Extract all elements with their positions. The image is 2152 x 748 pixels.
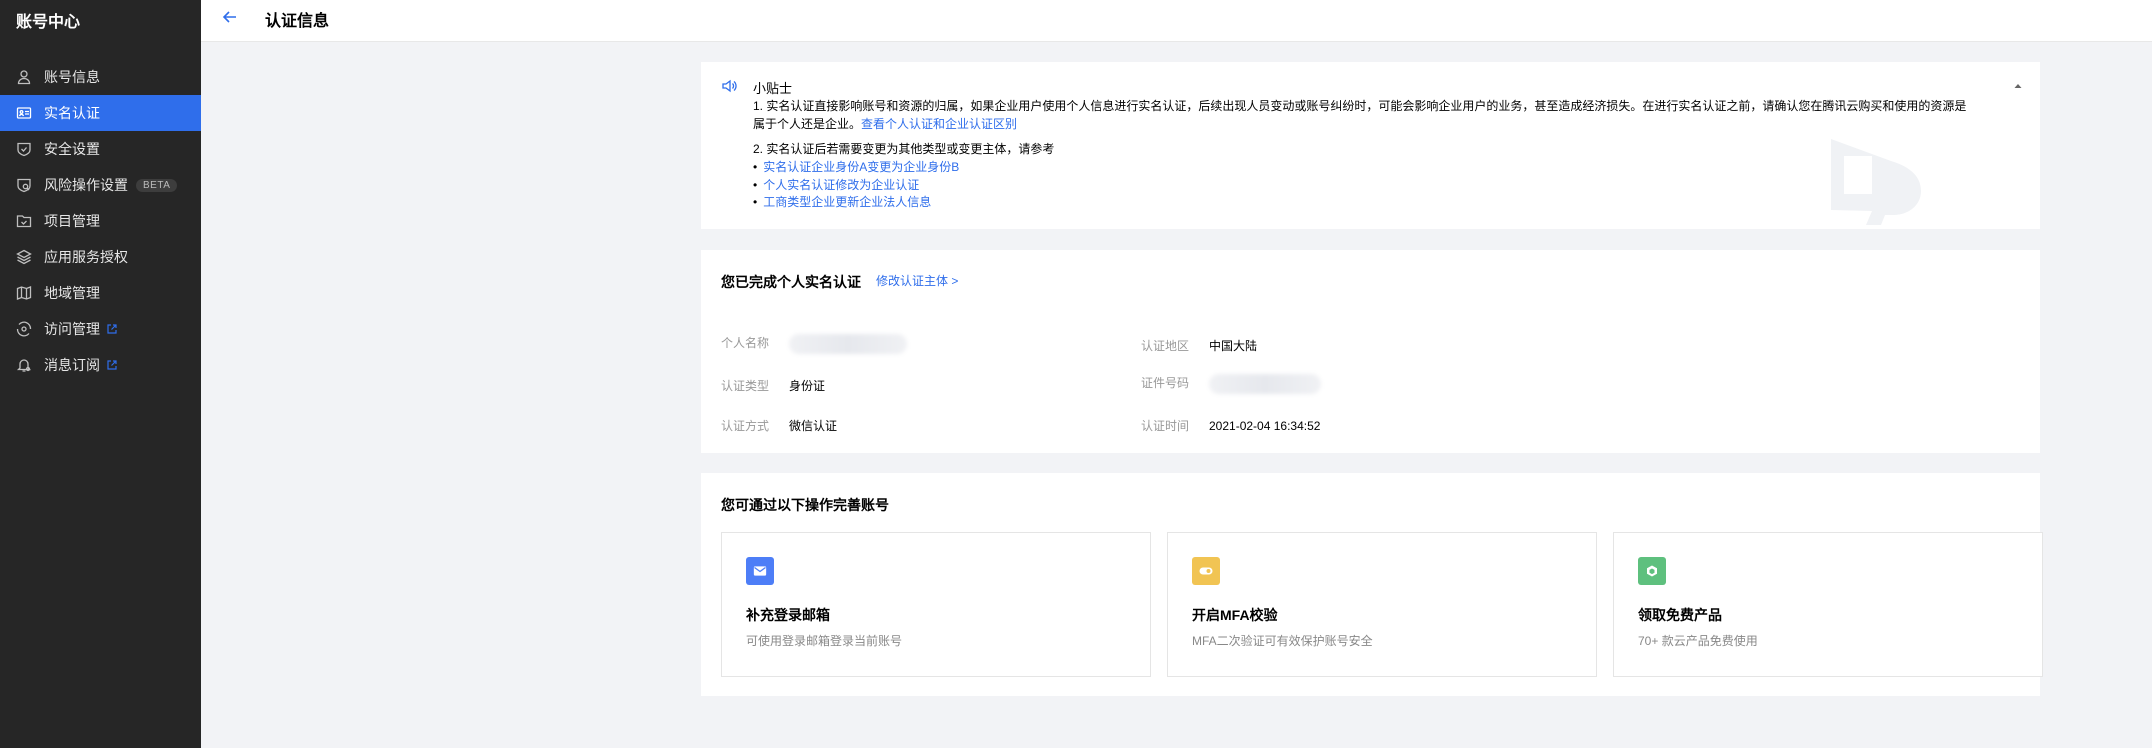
external-link-icon <box>107 360 117 370</box>
tips-line-2: 属于个人还是企业。查看个人认证和企业认证区别 <box>753 115 1983 133</box>
field-label: 认证类型 <box>721 379 770 393</box>
sidebar-item-access[interactable]: 访问管理 <box>0 311 201 347</box>
field-personal-name: 个人名称 <box>721 334 907 354</box>
list-item: 实名认证企业身份A变更为企业身份B <box>753 159 959 177</box>
toggle-icon <box>1192 557 1220 585</box>
sidebar-item-risk-settings[interactable]: 风险操作设置 BETA <box>0 167 201 203</box>
access-icon <box>16 321 32 337</box>
layers-icon <box>16 249 32 265</box>
map-icon <box>16 285 32 301</box>
field-value: 2021-02-04 16:34:52 <box>1209 419 1321 433</box>
field-auth-method: 认证方式 微信认证 <box>721 417 837 434</box>
field-value: 微信认证 <box>789 419 838 433</box>
op-desc: 可使用登录邮箱登录当前账号 <box>746 634 903 648</box>
change-enterprise-link[interactable]: 实名认证企业身份A变更为企业身份B <box>763 160 959 174</box>
op-card-add-email[interactable]: 补充登录邮箱 可使用登录邮箱登录当前账号 <box>721 532 1151 677</box>
bell-icon <box>16 357 32 373</box>
sidebar-item-label: 账号信息 <box>44 69 100 85</box>
tips-link-list: 实名认证企业身份A变更为企业身份B 个人实名认证修改为企业认证 工商类型企业更新… <box>753 159 959 212</box>
external-link-icon <box>107 324 117 334</box>
speaker-watermark-icon <box>1831 139 1921 225</box>
page-title: 认证信息 <box>265 13 330 30</box>
field-label: 个人名称 <box>721 336 770 351</box>
field-region: 认证地区 中国大陆 <box>1141 337 1257 354</box>
id-card-icon <box>16 105 32 121</box>
collapse-up-icon[interactable] <box>2012 80 2024 92</box>
field-label: 认证地区 <box>1141 339 1190 353</box>
sidebar-item-label: 应用服务授权 <box>44 249 128 265</box>
list-item: 工商类型企业更新企业法人信息 <box>753 194 959 212</box>
sidebar-item-real-name[interactable]: 实名认证 <box>0 95 201 131</box>
field-label: 认证方式 <box>721 419 770 433</box>
sidebar-item-label: 风险操作设置 <box>44 177 128 193</box>
sidebar-item-security[interactable]: 安全设置 <box>0 131 201 167</box>
sidebar-item-label: 消息订阅 <box>44 357 100 373</box>
speaker-icon <box>722 79 737 93</box>
page-header: 认证信息 <box>201 0 2152 42</box>
sidebar: 账号中心 账号信息 实名认证 安全设置 风险操作设置 BETA 项目管理 应用服… <box>0 0 201 748</box>
field-auth-type: 认证类型 身份证 <box>721 377 825 394</box>
sidebar-item-subscriptions[interactable]: 消息订阅 <box>0 347 201 383</box>
op-title: 开启MFA校验 <box>1192 607 1278 623</box>
field-auth-time: 认证时间 2021-02-04 16:34:52 <box>1141 417 1320 434</box>
risk-shield-icon <box>16 177 32 193</box>
cube-icon <box>1638 557 1666 585</box>
sidebar-item-label: 实名认证 <box>44 105 100 121</box>
op-desc: MFA二次验证可有效保护账号安全 <box>1192 634 1373 648</box>
account-ops-card: 您可通过以下操作完善账号 补充登录邮箱 可使用登录邮箱登录当前账号 开启MFA校… <box>701 473 2043 696</box>
update-legal-person-link[interactable]: 工商类型企业更新企业法人信息 <box>763 195 931 209</box>
list-item: 个人实名认证修改为企业认证 <box>753 177 959 195</box>
sidebar-item-projects[interactable]: 项目管理 <box>0 203 201 239</box>
brand-title: 账号中心 <box>16 14 81 31</box>
field-id-number: 证件号码 <box>1141 374 1321 394</box>
compare-auth-link[interactable]: 查看个人认证和企业认证区别 <box>861 117 1017 131</box>
mail-icon <box>746 557 774 585</box>
auth-status-title: 您已完成个人实名认证 <box>721 274 861 290</box>
op-title: 补充登录邮箱 <box>746 607 830 623</box>
sidebar-item-label: 项目管理 <box>44 213 100 229</box>
tips-line-1: 1. 实名认证直接影响账号和资源的归属，如果企业用户使用个人信息进行实名认证，后… <box>753 99 1967 113</box>
sidebar-item-label: 访问管理 <box>44 321 100 337</box>
op-title: 领取免费产品 <box>1638 607 1722 623</box>
sidebar-item-regions[interactable]: 地域管理 <box>0 275 201 311</box>
ops-title: 您可通过以下操作完善账号 <box>721 497 889 513</box>
redacted-value <box>789 334 907 354</box>
user-icon <box>16 69 32 85</box>
op-card-free-products[interactable]: 领取免费产品 70+ 款云产品免费使用 <box>1613 532 2043 677</box>
edit-auth-subject-link[interactable]: 修改认证主体 > <box>876 272 958 289</box>
back-arrow-icon[interactable] <box>221 8 239 26</box>
field-value: 中国大陆 <box>1209 339 1258 353</box>
field-label: 认证时间 <box>1141 419 1190 433</box>
redacted-value <box>1209 374 1321 394</box>
tips-title: 小贴士 <box>753 81 793 96</box>
auth-info-card: 您已完成个人实名认证 修改认证主体 > 个人名称 认证地区 中国大陆 认证类型 身份… <box>701 250 2040 453</box>
sidebar-item-app-auth[interactable]: 应用服务授权 <box>0 239 201 275</box>
op-desc: 70+ 款云产品免费使用 <box>1638 634 1758 648</box>
beta-badge: BETA <box>136 178 178 192</box>
sidebar-item-label: 安全设置 <box>44 141 100 157</box>
field-value: 身份证 <box>789 379 826 393</box>
folder-icon <box>16 213 32 229</box>
sidebar-item-label: 地域管理 <box>44 285 100 301</box>
tips-card: 小贴士 1. 实名认证直接影响账号和资源的归属，如果企业用户使用个人信息进行实名… <box>701 62 2040 229</box>
sidebar-nav: 账号信息 实名认证 安全设置 风险操作设置 BETA 项目管理 应用服务授权 地… <box>0 59 201 383</box>
shield-icon <box>16 141 32 157</box>
op-card-enable-mfa[interactable]: 开启MFA校验 MFA二次验证可有效保护账号安全 <box>1167 532 1597 677</box>
tips-line-2-text: 属于个人还是企业。 <box>753 117 862 131</box>
sidebar-item-account-info[interactable]: 账号信息 <box>0 59 201 95</box>
field-label: 证件号码 <box>1141 376 1190 391</box>
tips-line-3: 2. 实名认证后若需要变更为其他类型或变更主体，请参考 <box>753 142 1055 156</box>
personal-to-enterprise-link[interactable]: 个人实名认证修改为企业认证 <box>763 178 919 192</box>
